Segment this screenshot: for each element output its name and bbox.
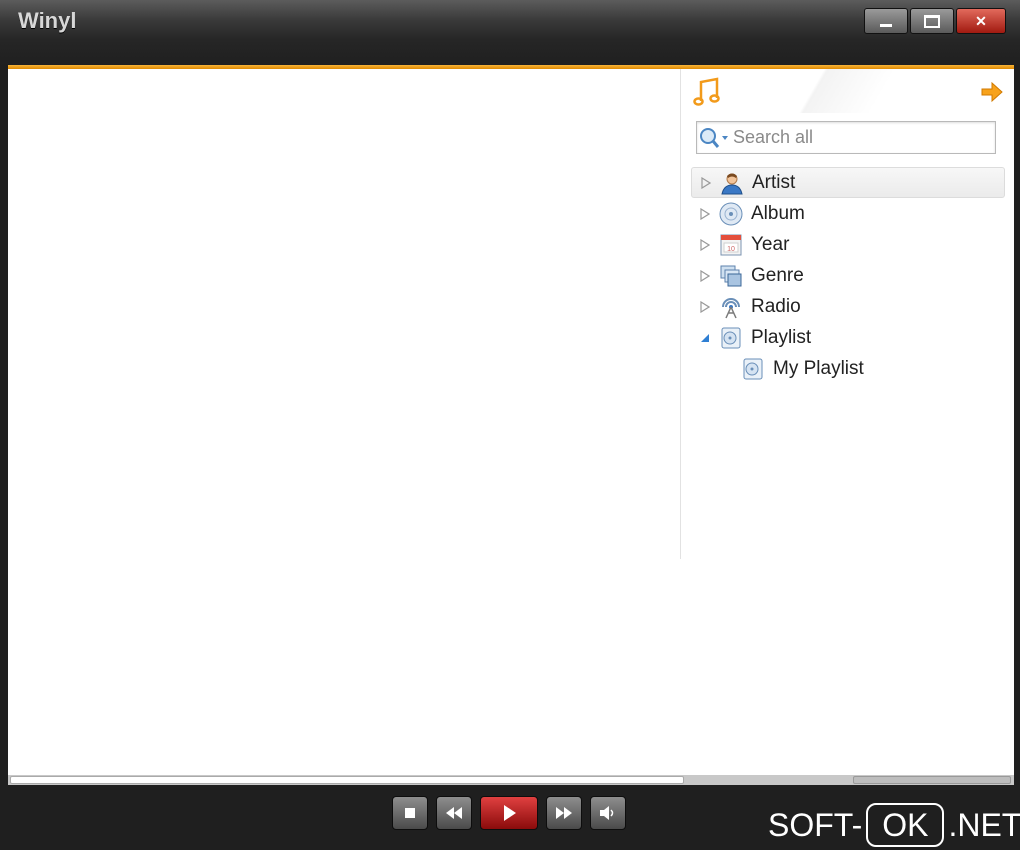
watermark-right: .NET — [948, 806, 1020, 843]
tree-item-playlist[interactable]: Playlist — [691, 322, 1005, 353]
album-icon — [717, 200, 745, 228]
tree-item-year[interactable]: 10 Year — [691, 229, 1005, 260]
play-icon — [504, 805, 516, 821]
library-tree: Artist Album 10 Year Genre Radio Playlis… — [691, 167, 1005, 384]
player-controls — [392, 796, 626, 830]
track-list-pane[interactable] — [8, 69, 680, 775]
genre-icon — [717, 262, 745, 290]
search-box[interactable] — [696, 121, 996, 154]
maximize-icon — [924, 14, 940, 28]
tree-item-label: Radio — [751, 295, 801, 317]
scrollbar-thumb[interactable] — [10, 776, 684, 784]
play-button[interactable] — [480, 796, 538, 830]
year-calendar-icon: 10 — [717, 231, 745, 259]
music-note-icon — [693, 77, 720, 106]
tree-item-genre[interactable]: Genre — [691, 260, 1005, 291]
speaker-icon — [600, 806, 614, 820]
rewind-icon — [446, 807, 462, 819]
expand-arrow-icon[interactable] — [695, 204, 715, 224]
tree-item-label: Playlist — [751, 326, 812, 348]
stop-button[interactable] — [392, 796, 428, 830]
window-title: Winyl — [18, 8, 77, 33]
expand-arrow-icon[interactable] — [696, 173, 716, 193]
client-area: Artist Album 10 Year — [8, 65, 1014, 785]
tree-item-artist[interactable]: Artist — [691, 167, 1005, 198]
next-button[interactable] — [546, 796, 582, 830]
close-button[interactable]: ✕ — [956, 8, 1006, 34]
previous-button[interactable] — [436, 796, 472, 830]
playlist-icon — [739, 355, 767, 383]
radio-icon — [717, 293, 745, 321]
tree-item-label: Genre — [751, 264, 804, 286]
svg-text:10: 10 — [727, 246, 735, 253]
tree-item-label: Artist — [752, 171, 796, 193]
volume-button[interactable] — [590, 796, 626, 830]
playlist-icon — [717, 324, 745, 352]
watermark: SOFT- OK .NET — [768, 803, 1020, 847]
artist-icon — [718, 169, 746, 197]
tree-item-my-playlist[interactable]: My Playlist — [691, 353, 1005, 384]
app-window: Winyl ✕ Search all Artist Album 10 Year … — [0, 0, 1020, 850]
search-icon[interactable] — [697, 124, 731, 152]
expand-arrow-icon[interactable] — [695, 297, 715, 317]
minimize-button[interactable] — [864, 8, 908, 34]
horizontal-scrollbar[interactable] — [8, 775, 1014, 785]
tree-item-radio[interactable]: Radio — [691, 291, 1005, 322]
library-sidebar: Artist Album 10 Year — [681, 69, 1014, 559]
close-icon: ✕ — [975, 12, 987, 29]
expand-arrow-icon[interactable] — [695, 266, 715, 286]
minimize-icon — [880, 23, 892, 27]
volume-slider[interactable] — [853, 776, 1011, 784]
fast-forward-icon — [556, 807, 572, 819]
stop-icon — [405, 808, 415, 818]
search-input[interactable] — [731, 126, 985, 149]
collapse-arrow-icon[interactable] — [695, 328, 715, 348]
tree-item-label: Album — [751, 202, 805, 224]
window-controls: ✕ — [864, 8, 1006, 34]
expand-arrow-icon[interactable] — [695, 235, 715, 255]
tree-item-label: Year — [751, 233, 790, 255]
arrow-right-icon[interactable] — [980, 81, 1004, 103]
tree-item-album[interactable]: Album — [691, 198, 1005, 229]
tree-item-label: My Playlist — [773, 357, 864, 379]
watermark-box: OK — [866, 803, 945, 847]
sidebar-header — [681, 69, 1014, 113]
maximize-button[interactable] — [910, 8, 954, 34]
watermark-left: SOFT- — [768, 806, 863, 843]
